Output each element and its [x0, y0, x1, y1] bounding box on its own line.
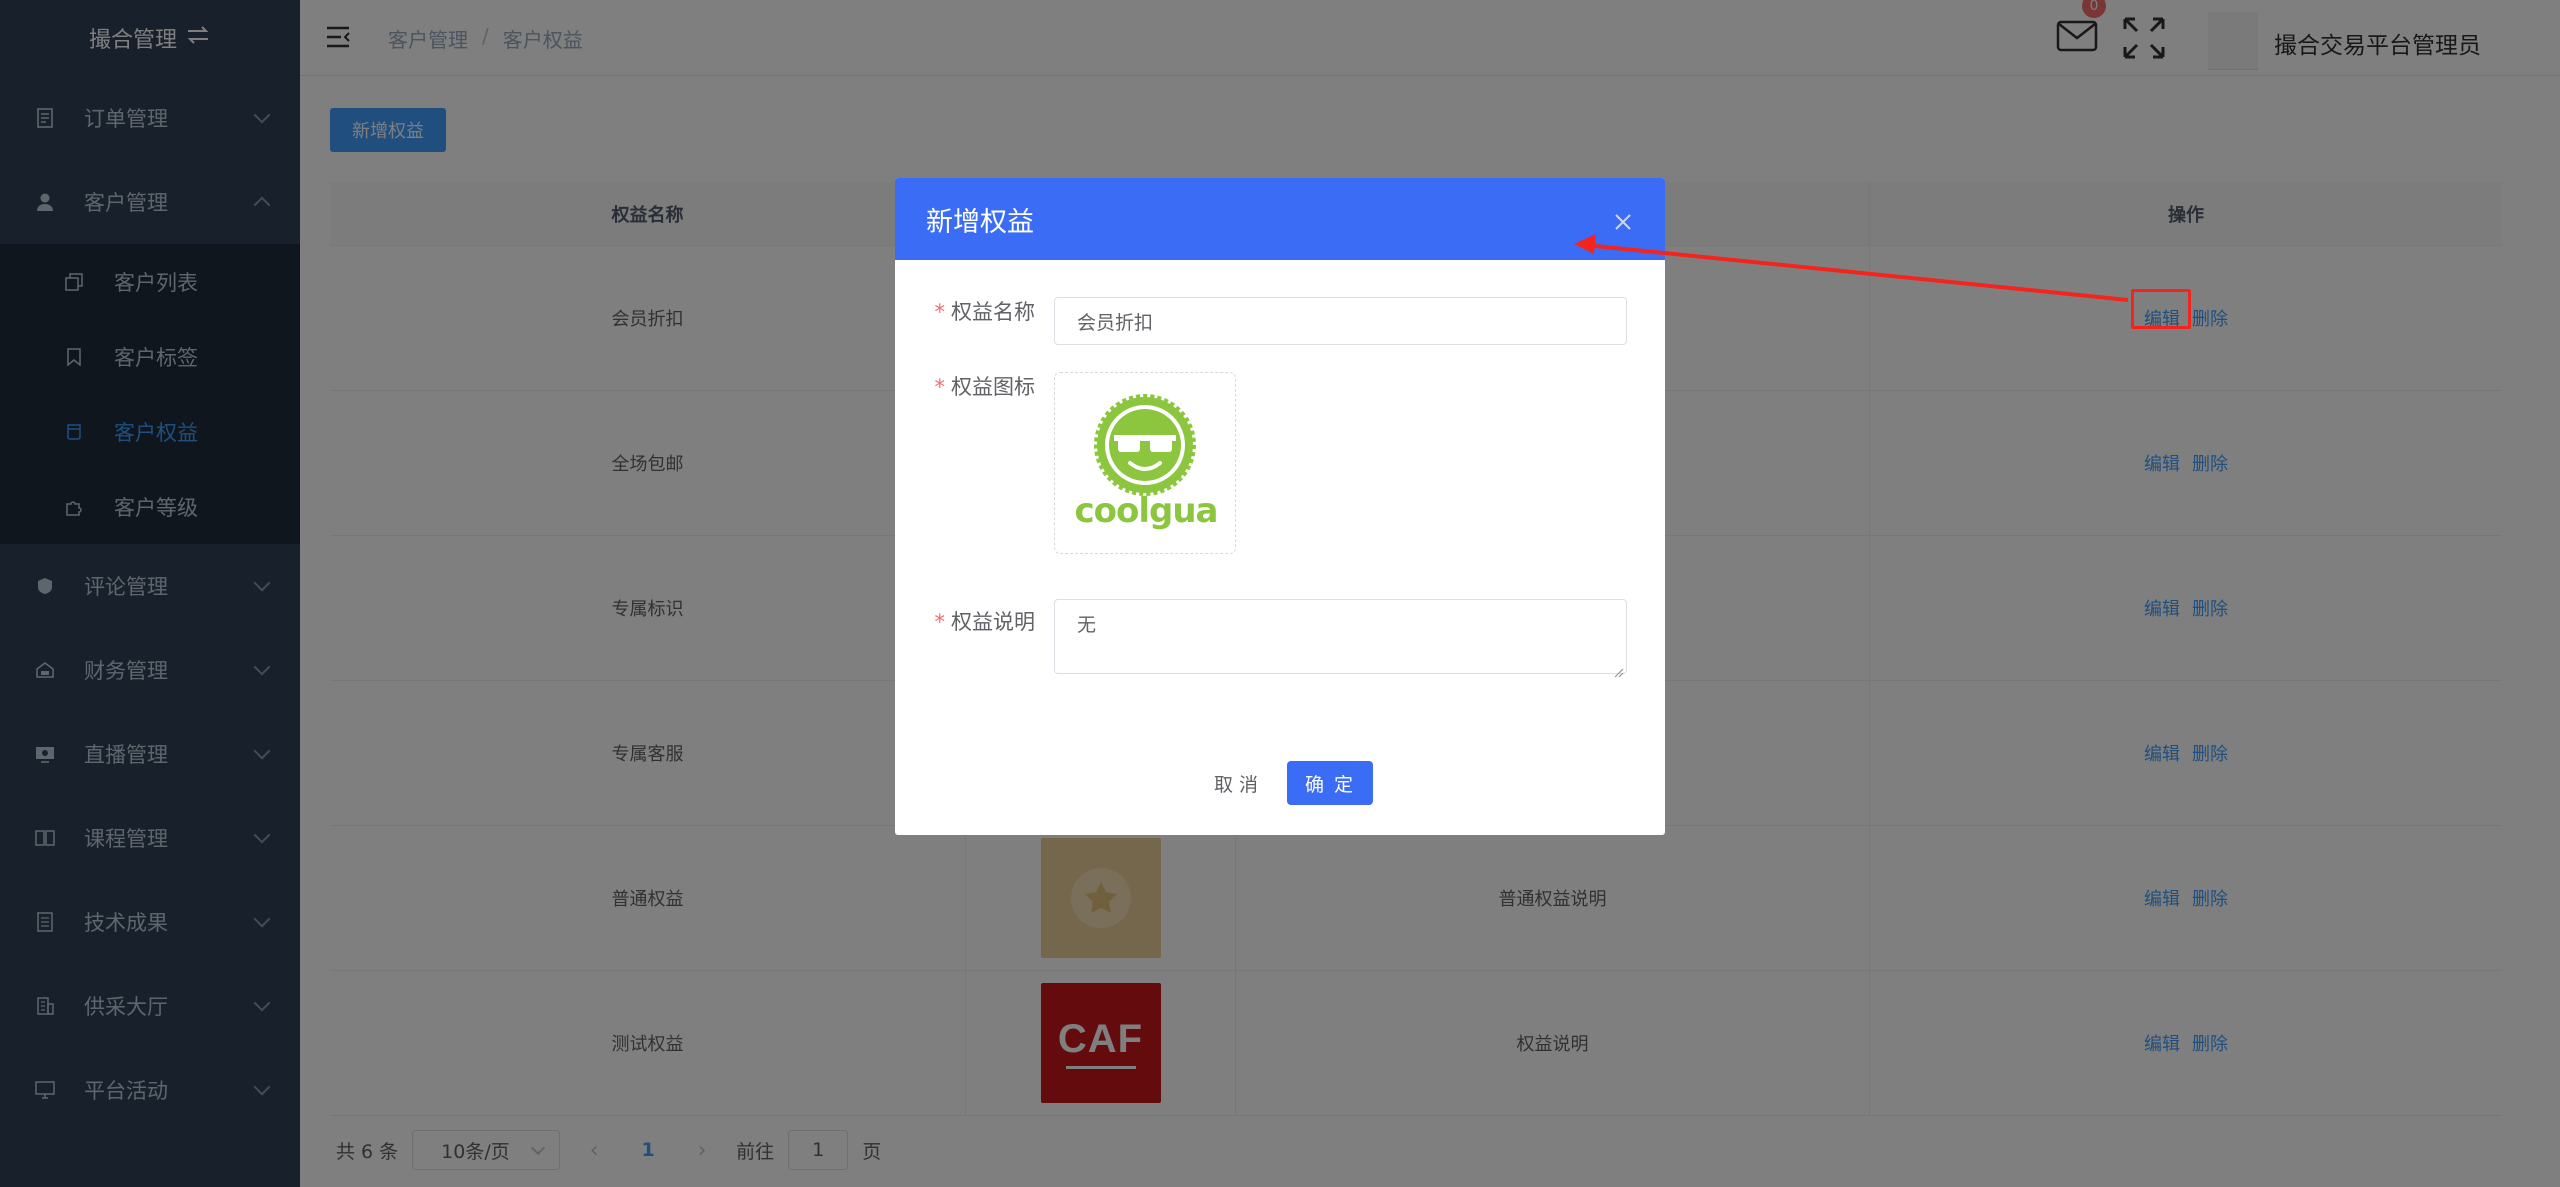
field-label: * 权益说明 [934, 610, 1036, 634]
confirm-button[interactable]: 确 定 [1287, 761, 1373, 805]
textarea-value: 无 [1077, 614, 1097, 636]
form-row-name: * 权益名称 [895, 296, 1036, 326]
required-mark: * [934, 300, 946, 324]
close-icon[interactable] [1613, 208, 1633, 230]
annotation-highlight-box [2131, 289, 2191, 329]
form-row-icon: * 权益图标 [895, 371, 1036, 401]
required-mark: * [934, 610, 946, 634]
benefit-name-input[interactable]: 会员折扣 [1054, 297, 1627, 345]
form-row-desc: * 权益说明 [895, 606, 1036, 636]
dialog-title: 新增权益 [926, 206, 1034, 238]
benefit-desc-textarea[interactable]: 无 [1054, 599, 1627, 678]
resize-grip-icon[interactable] [1614, 661, 1624, 678]
required-mark: * [934, 375, 946, 399]
icon-upload[interactable]: coolgua [1054, 372, 1236, 554]
add-benefit-dialog: 新增权益 * 权益名称 会员折扣 * 权益图标 coolgua * 权益说明 无 取 … [895, 178, 1665, 835]
dialog-header: 新增权益 [895, 178, 1665, 260]
field-label: * 权益图标 [934, 375, 1036, 399]
field-label: * 权益名称 [934, 300, 1036, 324]
coolgua-brand-text: coolgua [1074, 491, 1218, 531]
cancel-button[interactable]: 取 消 [1195, 761, 1277, 805]
